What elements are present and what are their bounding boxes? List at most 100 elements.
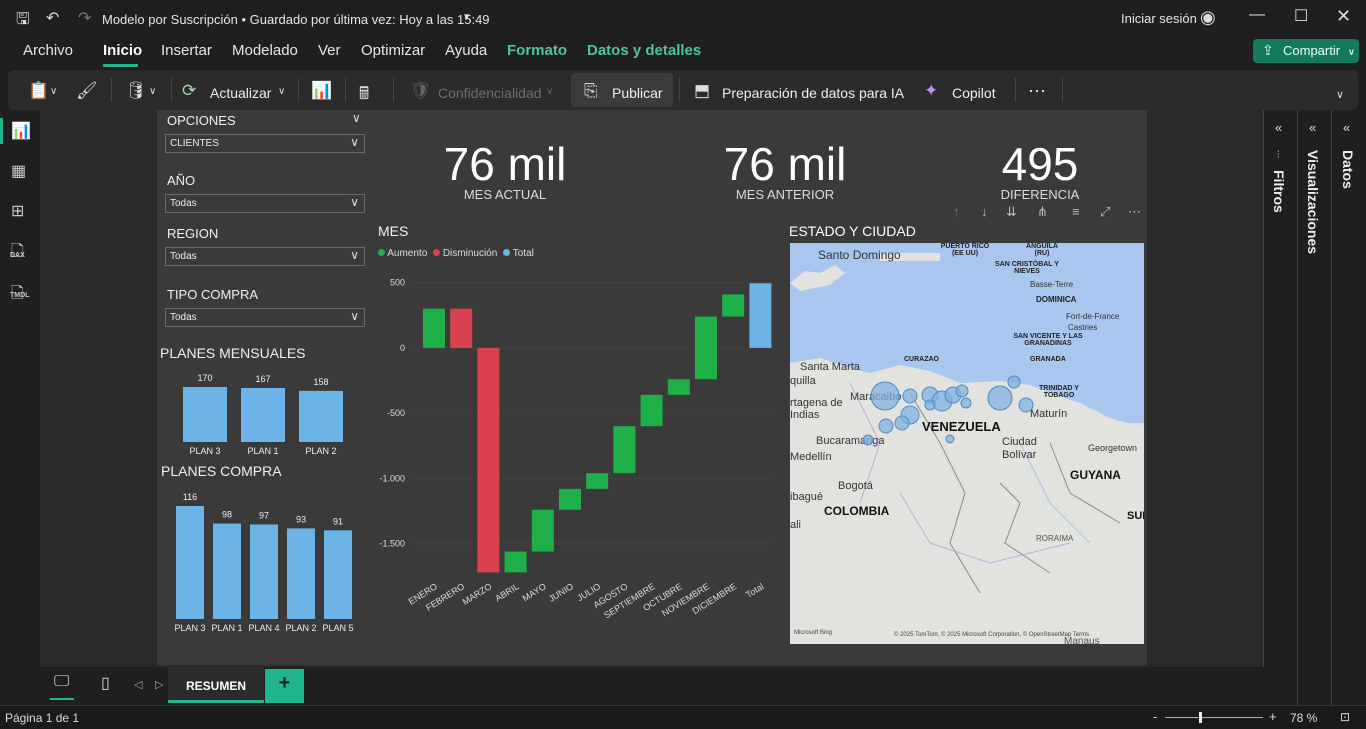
waterfall-bar[interactable] bbox=[477, 347, 500, 573]
waterfall-bar[interactable] bbox=[613, 426, 636, 474]
bar[interactable] bbox=[287, 528, 315, 619]
tab-inicio[interactable]: Inicio bbox=[103, 42, 142, 59]
tab-ver[interactable]: Ver bbox=[318, 42, 341, 59]
slicer-opciones-collapse-icon[interactable]: ∨ bbox=[352, 111, 361, 125]
fit-to-page-icon[interactable]: ⊡ bbox=[1340, 710, 1350, 724]
waterfall-chart[interactable]: 5000-500-1.000-1.500ENEROFEBREROMARZO ABR… bbox=[370, 270, 780, 640]
waterfall-bar[interactable] bbox=[504, 551, 527, 573]
waterfall-bar[interactable] bbox=[586, 473, 609, 489]
refresh-chevron-icon[interactable]: ∨ bbox=[278, 86, 285, 97]
copilot-icon[interactable]: ✦ bbox=[924, 81, 938, 101]
copilot-button[interactable]: Copilot bbox=[952, 85, 996, 101]
user-avatar-icon[interactable]: ◉ bbox=[1200, 7, 1216, 28]
bar[interactable] bbox=[176, 506, 204, 619]
bar[interactable] bbox=[183, 387, 227, 442]
data-pane[interactable]: « Datos bbox=[1331, 110, 1366, 705]
paste-chevron-icon[interactable]: ∨ bbox=[50, 86, 57, 97]
bar[interactable] bbox=[324, 530, 352, 619]
data-collapse-icon[interactable]: « bbox=[1343, 120, 1350, 135]
more-options-icon[interactable]: ⋯ bbox=[1128, 204, 1141, 220]
desktop-layout-icon[interactable]: 🖵 bbox=[54, 673, 69, 691]
ai-prep-icon[interactable]: ⬒ bbox=[694, 81, 710, 101]
waterfall-bar[interactable] bbox=[450, 308, 473, 348]
hierarchy-icon[interactable]: ⋔ bbox=[1037, 204, 1048, 220]
tab-insertar[interactable]: Insertar bbox=[161, 42, 212, 59]
add-page-button[interactable]: + bbox=[265, 669, 304, 703]
table-view-icon[interactable]: ▦ bbox=[11, 161, 26, 181]
next-page-icon[interactable]: ▷ bbox=[155, 678, 163, 691]
bar[interactable] bbox=[213, 523, 241, 619]
bar[interactable] bbox=[250, 524, 278, 619]
tab-optimizar[interactable]: Optimizar bbox=[361, 42, 425, 59]
expand-all-icon[interactable]: ⇊ bbox=[1006, 204, 1017, 220]
waterfall-bar[interactable] bbox=[423, 308, 445, 348]
model-view-icon[interactable]: ⊞ bbox=[11, 201, 24, 221]
zoom-slider-thumb[interactable] bbox=[1199, 712, 1202, 723]
zoom-slider-track[interactable] bbox=[1165, 717, 1263, 718]
planes-compra-chart[interactable]: 116 PLAN 3 98 PLAN 1 97 PLAN 4 93 PLAN 2 91 PLAN … bbox=[170, 484, 365, 636]
bar[interactable] bbox=[299, 390, 343, 442]
undo-icon[interactable]: ↶ bbox=[46, 8, 59, 28]
waterfall-bar[interactable] bbox=[640, 394, 663, 427]
refresh-icon[interactable]: ⟳ bbox=[182, 81, 196, 101]
tab-datos-detalles[interactable]: Datos y detalles bbox=[587, 42, 701, 59]
tab-archivo[interactable]: Archivo bbox=[23, 42, 73, 59]
tab-modelado[interactable]: Modelado bbox=[232, 42, 298, 59]
slicer-anio-dropdown[interactable]: Todas ∨ bbox=[165, 194, 365, 213]
get-data-icon[interactable]: 🛢 bbox=[125, 81, 147, 101]
save-icon[interactable]: 🖫 bbox=[16, 8, 30, 35]
calculator-icon[interactable]: 🖩 bbox=[359, 81, 369, 110]
visualizations-collapse-icon[interactable]: « bbox=[1309, 120, 1316, 135]
filter-icon[interactable]: ≡ bbox=[1072, 204, 1080, 219]
data-pane-label[interactable]: Datos bbox=[1340, 150, 1356, 189]
prev-page-icon[interactable]: ◁ bbox=[134, 678, 142, 691]
format-painter-icon[interactable]: 🖌 bbox=[76, 81, 98, 101]
slicer-region-dropdown[interactable]: Todas ∨ bbox=[165, 247, 365, 266]
planes-mensuales-chart[interactable]: 170 PLAN 3 167 PLAN 1 158 PLAN 2 bbox=[170, 365, 360, 460]
close-icon[interactable]: ✕ bbox=[1336, 6, 1351, 27]
ribbon-expand-icon[interactable]: ∨ bbox=[1336, 88, 1344, 101]
mobile-layout-icon[interactable]: ▯ bbox=[101, 673, 110, 693]
share-button[interactable]: ⇪ Compartir ∨ bbox=[1253, 39, 1359, 63]
zoom-out-button[interactable]: - bbox=[1153, 709, 1157, 724]
ai-prep-button[interactable]: Preparación de datos para IA bbox=[722, 85, 904, 101]
tab-ayuda[interactable]: Ayuda bbox=[445, 42, 487, 59]
refresh-button[interactable]: Actualizar bbox=[210, 85, 271, 101]
waterfall-bar[interactable] bbox=[667, 379, 690, 395]
title-chevron-icon[interactable]: ▾ bbox=[464, 10, 470, 23]
visualizations-pane[interactable]: « Visualizaciones bbox=[1297, 110, 1331, 705]
slicer-opciones-dropdown[interactable]: CLIENTES ∨ bbox=[165, 134, 365, 153]
drill-down-icon[interactable]: ↓ bbox=[981, 204, 988, 219]
slicer-tipo-dropdown[interactable]: Todas ∨ bbox=[165, 308, 365, 327]
zoom-level[interactable]: 78 % bbox=[1290, 711, 1317, 725]
sign-in-link[interactable]: Iniciar sesión bbox=[1121, 11, 1197, 26]
filters-pane-label[interactable]: Filtros bbox=[1271, 170, 1287, 213]
minimize-icon[interactable]: — bbox=[1249, 6, 1265, 24]
waterfall-bar[interactable] bbox=[749, 283, 772, 348]
waterfall-bar[interactable] bbox=[559, 488, 581, 510]
map-visual[interactable]: Santo Domingo PUERTO RICO (EE UU) ANGUIL… bbox=[790, 243, 1144, 644]
maximize-icon[interactable]: ☐ bbox=[1294, 6, 1308, 26]
more-options-button[interactable]: ··· bbox=[1028, 80, 1046, 101]
bar[interactable] bbox=[241, 387, 285, 442]
window-title[interactable]: Modelo por Suscripción • Guardado por úl… bbox=[102, 12, 490, 27]
share-icon: ⇪ bbox=[1262, 42, 1274, 58]
slicer-anio-title: AÑO bbox=[167, 173, 196, 188]
status-bar: Página 1 de 1 - + 78 % ⊡ bbox=[0, 705, 1366, 729]
focus-mode-icon[interactable]: ⤢ bbox=[1100, 204, 1110, 220]
filters-collapse-icon[interactable]: « bbox=[1275, 120, 1282, 135]
paste-icon[interactable]: 📋 bbox=[28, 81, 49, 101]
zoom-in-button[interactable]: + bbox=[1269, 709, 1277, 724]
redo-icon[interactable]: ↷ bbox=[78, 8, 91, 28]
get-data-chevron-icon[interactable]: ∨ bbox=[149, 86, 156, 97]
new-visual-icon[interactable]: 📊 bbox=[311, 81, 332, 101]
filters-pane[interactable]: « ⫶ Filtros bbox=[1263, 110, 1296, 667]
page-tab-resumen[interactable]: RESUMEN bbox=[168, 667, 264, 703]
report-view-icon[interactable]: 📊 bbox=[11, 121, 31, 141]
tab-formato[interactable]: Formato bbox=[507, 42, 567, 59]
waterfall-bar[interactable] bbox=[695, 316, 717, 380]
waterfall-bar[interactable] bbox=[722, 294, 745, 317]
drill-up-icon[interactable]: ↑ bbox=[953, 204, 960, 219]
visualizations-pane-label[interactable]: Visualizaciones bbox=[1305, 150, 1321, 254]
waterfall-bar[interactable] bbox=[531, 509, 554, 552]
